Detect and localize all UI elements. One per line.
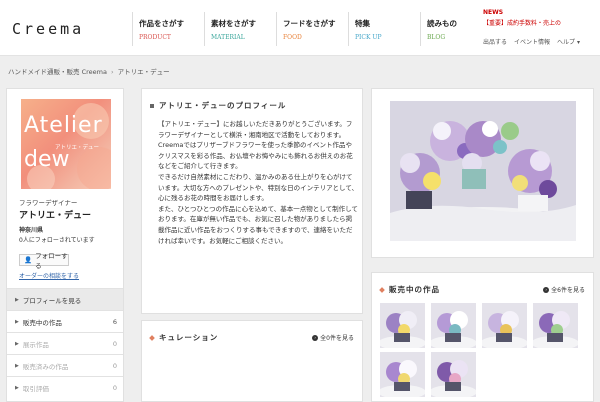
menu-item-exhibit[interactable]: ▶ 展示作品 0 bbox=[7, 332, 123, 354]
profile-panel: アトリエ・デューのプロフィール 【アトリエ・デュー】にお越しいただきありがとうご… bbox=[141, 88, 363, 314]
avatar-subtext: アトリエ・デュー bbox=[55, 145, 100, 151]
follow-button-label: フォローする bbox=[35, 252, 68, 270]
help-link[interactable]: ヘルプ ▾ bbox=[557, 37, 580, 46]
follow-button[interactable]: 👤 フォローする bbox=[19, 252, 69, 270]
curation-panel: キュレーション › 全0件を見る bbox=[141, 320, 363, 402]
chevron-right-icon: ▶ bbox=[15, 296, 19, 303]
nav-food[interactable]: フードをさがす FOOD bbox=[276, 12, 348, 46]
product-thumbnail[interactable] bbox=[533, 303, 578, 348]
header-right: NEWS 【重要】成約手数料・売上の 出品する イベント情報 ヘルプ ▾ bbox=[483, 9, 598, 46]
for-sale-heading: 販売中の作品 bbox=[379, 284, 440, 295]
shop-menu: ▶ プロフィールを見る ▶ 販売中の作品 6 ▶ 展示作品 0 ▶ 販売済みの作… bbox=[7, 288, 123, 398]
menu-item-profile[interactable]: ▶ プロフィールを見る bbox=[7, 288, 123, 310]
product-thumbnail[interactable] bbox=[380, 352, 425, 397]
profile-body: 【アトリエ・デュー】にお越しいただきありがとうございます。フラワーデザイナーとし… bbox=[158, 120, 359, 245]
chevron-right-icon: ▶ bbox=[15, 340, 19, 347]
shop-role: フラワーデザイナー bbox=[19, 199, 78, 207]
profile-heading: アトリエ・デューのプロフィール bbox=[150, 100, 286, 111]
featured-photo[interactable] bbox=[390, 101, 576, 241]
nav-product[interactable]: 作品をさがす PRODUCT bbox=[132, 12, 204, 46]
diamond-icon bbox=[149, 334, 155, 341]
chevron-right-icon: ▶ bbox=[15, 384, 19, 391]
menu-item-count: 0 bbox=[112, 339, 117, 348]
product-image-icon bbox=[482, 303, 527, 348]
menu-item-label: 販売済みの作品 bbox=[22, 362, 69, 371]
menu-item-reviews[interactable]: ▶ 取引評価 0 bbox=[7, 376, 123, 398]
for-sale-see-all-label: 全6件を見る bbox=[551, 287, 585, 294]
shop-sidebar: Atelier dew アトリエ・デュー フラワーデザイナー アトリエ・デュー … bbox=[6, 88, 124, 402]
chevron-right-icon: ▶ bbox=[15, 362, 19, 369]
nav-pickup-sub: PICK UP bbox=[355, 34, 382, 41]
follow-icon: 👤 bbox=[24, 256, 33, 264]
product-thumbnail[interactable] bbox=[431, 352, 476, 397]
nav-material-sub: MATERIAL bbox=[211, 34, 245, 41]
product-image-icon bbox=[431, 303, 476, 348]
curation-title: キュレーション bbox=[159, 333, 219, 342]
menu-item-label: 販売中の作品 bbox=[22, 318, 62, 327]
chevron-right-icon: ▶ bbox=[15, 318, 19, 325]
shop-name[interactable]: アトリエ・デュー bbox=[19, 208, 91, 221]
menu-item-label: 展示作品 bbox=[22, 340, 49, 349]
heading-marker-icon bbox=[150, 103, 154, 108]
event-link[interactable]: イベント情報 bbox=[514, 37, 550, 46]
nav-material-label: 素材をさがす bbox=[211, 19, 256, 28]
main-nav: 作品をさがす PRODUCT 素材をさがす MATERIAL フードをさがす F… bbox=[132, 12, 492, 46]
menu-item-label: 取引評価 bbox=[22, 384, 49, 393]
for-sale-title: 販売中の作品 bbox=[389, 285, 440, 294]
shop-location: 神奈川県 bbox=[19, 227, 44, 234]
creema-logo[interactable]: Creema bbox=[12, 20, 84, 38]
arrow-circle-icon: › bbox=[543, 286, 550, 293]
nav-product-sub: PRODUCT bbox=[139, 34, 171, 41]
menu-item-sold[interactable]: ▶ 販売済みの作品 0 bbox=[7, 354, 123, 376]
featured-photo-panel bbox=[371, 88, 594, 258]
product-thumbnail[interactable] bbox=[482, 303, 527, 348]
nav-product-label: 作品をさがす bbox=[139, 19, 184, 28]
product-thumbnail[interactable] bbox=[380, 303, 425, 348]
menu-item-count: 0 bbox=[112, 361, 117, 370]
nav-pickup-label: 特集 bbox=[355, 19, 370, 28]
shop-avatar-image[interactable]: Atelier dew アトリエ・デュー bbox=[21, 99, 111, 189]
for-sale-panel: 販売中の作品 › 全6件を見る bbox=[371, 272, 594, 402]
avatar-text-atelier: Atelier bbox=[24, 113, 103, 138]
breadcrumb-home[interactable]: ハンドメイド通販・販売 Creema bbox=[8, 68, 107, 76]
diamond-icon bbox=[379, 286, 385, 293]
curation-see-all-link[interactable]: › 全0件を見る bbox=[312, 333, 354, 342]
news-label: NEWS bbox=[483, 9, 504, 16]
breadcrumb: ハンドメイド通販・販売 Creema › アトリエ・デュー bbox=[8, 66, 170, 76]
nav-pickup[interactable]: 特集 PICK UP bbox=[348, 12, 420, 46]
nav-material[interactable]: 素材をさがす MATERIAL bbox=[204, 12, 276, 46]
product-image-icon bbox=[431, 352, 476, 397]
nav-food-label: フードをさがす bbox=[283, 19, 336, 28]
menu-item-label: プロフィールを見る bbox=[22, 296, 82, 305]
curation-see-all-label: 全0件を見る bbox=[320, 335, 354, 342]
sell-link[interactable]: 出品する bbox=[483, 37, 507, 46]
nav-blog[interactable]: 読みもの BLOG bbox=[420, 12, 492, 46]
curation-heading: キュレーション bbox=[149, 332, 219, 343]
header-links: 出品する イベント情報 ヘルプ ▾ bbox=[483, 37, 598, 46]
breadcrumb-current: アトリエ・デュー bbox=[117, 68, 170, 76]
menu-item-count: 6 bbox=[112, 317, 117, 326]
news-link[interactable]: 【重要】成約手数料・売上の bbox=[483, 18, 598, 27]
menu-item-count: 0 bbox=[112, 383, 117, 392]
for-sale-see-all-link[interactable]: › 全6件を見る bbox=[543, 285, 585, 294]
product-image-icon bbox=[380, 352, 425, 397]
bouquet-image-icon bbox=[390, 101, 576, 241]
order-consult-link[interactable]: オーダーの相談をする bbox=[19, 271, 79, 280]
product-image-icon bbox=[380, 303, 425, 348]
arrow-circle-icon: › bbox=[312, 334, 319, 341]
follower-count: 0人にフォローされています bbox=[19, 237, 95, 244]
profile-title: アトリエ・デューのプロフィール bbox=[159, 101, 287, 110]
menu-item-for-sale[interactable]: ▶ 販売中の作品 6 bbox=[7, 310, 123, 332]
product-thumbnail[interactable] bbox=[431, 303, 476, 348]
for-sale-thumbnails bbox=[380, 303, 590, 397]
site-header: Creema 作品をさがす PRODUCT 素材をさがす MATERIAL フー… bbox=[0, 0, 600, 56]
product-image-icon bbox=[533, 303, 578, 348]
nav-food-sub: FOOD bbox=[283, 34, 302, 41]
breadcrumb-separator-icon: › bbox=[110, 68, 114, 76]
